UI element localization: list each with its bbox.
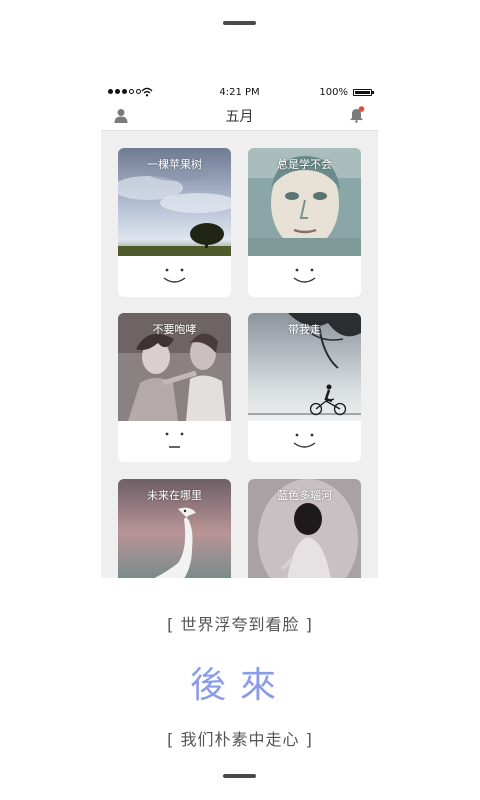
- smile-face-icon: [293, 268, 316, 283]
- neutral-face-icon: [165, 432, 184, 448]
- status-bar: 4:21 PM 100%: [101, 86, 378, 100]
- card-title: 不要咆哮: [152, 323, 197, 336]
- tagline-bottom: [ 我们朴素中走心 ]: [167, 730, 313, 749]
- top-handle: [223, 21, 256, 25]
- page-title: 五月: [225, 109, 254, 125]
- phone-screen: 4:21 PM 100% 五月 一棵苹果树 总是学不会 不要咆哮 带我走 未来在…: [101, 86, 378, 578]
- smile-face-icon: [293, 433, 316, 448]
- battery-percent: 100%: [319, 87, 348, 98]
- card-title: 带我走: [288, 323, 321, 336]
- app-logo: 後來: [189, 665, 290, 706]
- card-dont-roar[interactable]: 不要咆哮: [118, 313, 231, 462]
- battery-icon: [353, 89, 374, 96]
- card-apple-tree[interactable]: 一棵苹果树: [118, 148, 231, 297]
- card-take-me[interactable]: 带我走: [248, 313, 361, 462]
- notification-badge: [358, 106, 365, 112]
- tagline-top: [ 世界浮夸到看脸 ]: [167, 615, 313, 634]
- bell-icon[interactable]: [349, 106, 365, 123]
- nav-bar: 五月: [101, 100, 378, 131]
- card-never-learn[interactable]: 总是学不会: [248, 148, 361, 297]
- bottom-handle: [223, 774, 256, 778]
- card-blue-danube[interactable]: 蓝色多瑙河: [248, 479, 361, 578]
- card-title: 未来在哪里: [147, 489, 202, 502]
- card-title: 蓝色多瑙河: [277, 489, 332, 502]
- card-title: 一棵苹果树: [147, 158, 202, 171]
- card-title: 总是学不会: [277, 158, 332, 171]
- smile-face-icon: [163, 268, 186, 283]
- card-where-future[interactable]: 未来在哪里: [118, 479, 231, 578]
